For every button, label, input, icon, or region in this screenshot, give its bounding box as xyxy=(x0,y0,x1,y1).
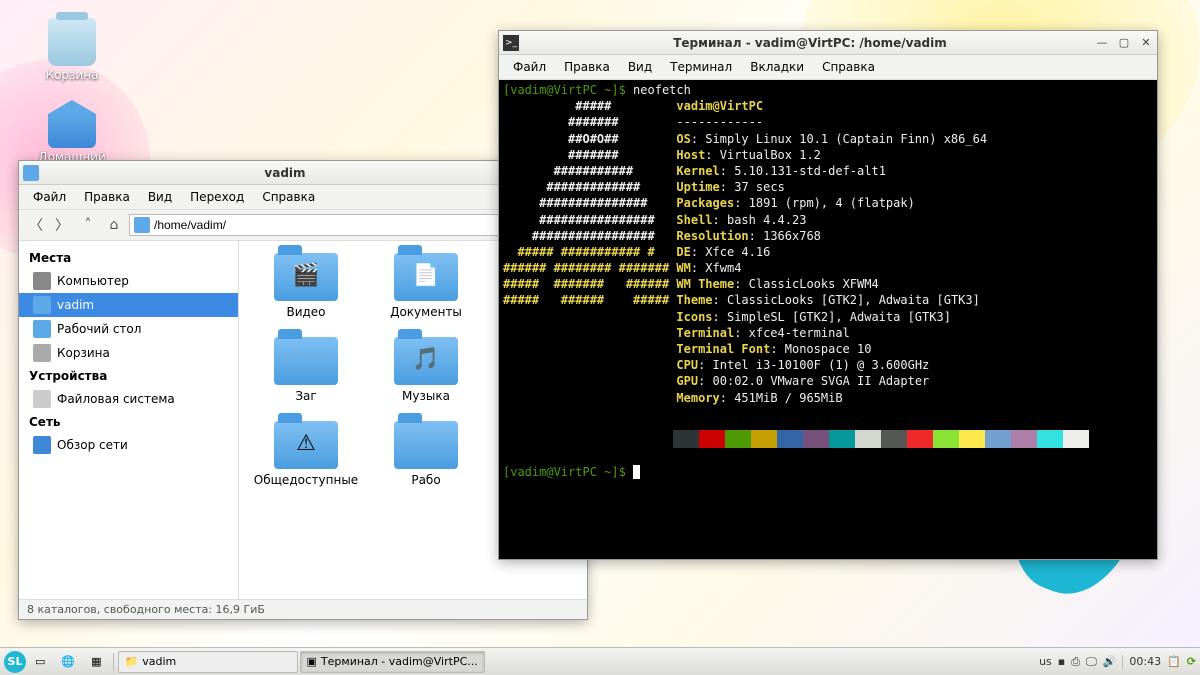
sidebar-item-label: Компьютер xyxy=(57,274,129,288)
task-icon: ▣ xyxy=(307,655,317,668)
folder-label: Документы xyxy=(371,305,481,319)
term-menubar: Файл Правка Вид Терминал Вкладки Справка xyxy=(499,55,1157,80)
up-button[interactable]: ˄ xyxy=(77,214,99,236)
folder-icon xyxy=(274,337,338,385)
folder-item[interactable]: ⚠ Общедоступные xyxy=(251,421,361,487)
back-button[interactable]: 〈 xyxy=(25,214,47,236)
sidebar-item-icon xyxy=(33,344,51,362)
task-label: Терминал - vadim@VirtPC... xyxy=(321,655,478,668)
sidebar-item[interactable]: Корзина xyxy=(19,341,238,365)
sidebar-section-devices: Устройства xyxy=(19,365,238,387)
folder-icon: ⚠ xyxy=(274,421,338,469)
volume-icon[interactable]: 🔊 xyxy=(1103,655,1117,668)
term-menu-help[interactable]: Справка xyxy=(814,58,883,76)
folder-item[interactable]: 📄 Документы xyxy=(371,253,481,319)
close-button[interactable]: ✕ xyxy=(1139,36,1153,50)
folder-item[interactable]: 🎵 Музыка xyxy=(371,337,481,403)
folder-label: Видео xyxy=(251,305,361,319)
sidebar-item[interactable]: Компьютер xyxy=(19,269,238,293)
sidebar-item-label: Рабочий стол xyxy=(57,322,141,336)
show-desktop-button[interactable]: ▭ xyxy=(28,651,52,673)
logout-icon[interactable]: ⟳ xyxy=(1187,655,1196,668)
separator xyxy=(1122,655,1123,669)
fm-title: vadim xyxy=(45,166,525,180)
sidebar-item-label: Корзина xyxy=(57,346,110,360)
sidebar-item[interactable]: Рабочий стол xyxy=(19,317,238,341)
tray-icon-3[interactable]: 🖵 xyxy=(1086,655,1097,669)
separator xyxy=(113,653,114,671)
term-menu-terminal[interactable]: Терминал xyxy=(662,58,740,76)
sidebar-item-icon xyxy=(33,320,51,338)
sidebar-item-icon xyxy=(33,436,51,454)
sidebar-item-label: Обзор сети xyxy=(57,438,128,452)
folder-icon: 🎵 xyxy=(394,337,458,385)
sidebar-item-icon xyxy=(33,272,51,290)
desktop-trash[interactable]: Корзина xyxy=(32,18,112,82)
term-menu-edit[interactable]: Правка xyxy=(556,58,618,76)
system-tray: us ▪ ⎙ 🖵 🔊 00:43 📋 ⟳ xyxy=(1039,655,1196,669)
trash-icon xyxy=(48,18,96,66)
browser-launcher[interactable]: 🌐 xyxy=(54,651,82,673)
terminal-icon: >_ xyxy=(503,35,519,51)
keyboard-layout[interactable]: us xyxy=(1039,655,1052,668)
sidebar-item[interactable]: vadim xyxy=(19,293,238,317)
fm-sidebar: Места КомпьютерvadimРабочий столКорзина … xyxy=(19,241,239,599)
home-mini-icon xyxy=(134,217,150,233)
term-titlebar[interactable]: >_ Терминал - vadim@VirtPC: /home/vadim … xyxy=(499,31,1157,55)
sidebar-item[interactable]: Файловая система xyxy=(19,387,238,411)
sidebar-item-label: Файловая система xyxy=(57,392,175,406)
taskbar-task[interactable]: 📁vadim xyxy=(118,651,298,673)
term-title: Терминал - vadim@VirtPC: /home/vadim xyxy=(525,36,1095,50)
clock[interactable]: 00:43 xyxy=(1129,655,1161,668)
fm-menu-edit[interactable]: Правка xyxy=(76,188,138,206)
folder-label: Рабо xyxy=(371,473,481,487)
terminal-window: >_ Терминал - vadim@VirtPC: /home/vadim … xyxy=(498,30,1158,560)
sidebar-item[interactable]: Обзор сети xyxy=(19,433,238,457)
sidebar-item-label: vadim xyxy=(57,298,94,312)
home-button[interactable]: ⌂ xyxy=(103,214,125,236)
fm-statusbar: 8 каталогов, свободного места: 16,9 ГиБ xyxy=(19,599,587,619)
task-label: vadim xyxy=(142,655,176,668)
fm-menu-go[interactable]: Переход xyxy=(182,188,252,206)
fm-menu-help[interactable]: Справка xyxy=(254,188,323,206)
tray-icon-2[interactable]: ⎙ xyxy=(1071,655,1080,669)
fm-menu-view[interactable]: Вид xyxy=(140,188,180,206)
start-menu-button[interactable]: SL xyxy=(4,651,26,673)
folder-label: Музыка xyxy=(371,389,481,403)
taskbar-task[interactable]: ▣ Терминал - vadim@VirtPC... xyxy=(300,651,485,673)
folder-icon xyxy=(23,165,39,181)
folder-item[interactable]: Заг xyxy=(251,337,361,403)
home-icon xyxy=(48,114,96,148)
sidebar-section-network: Сеть xyxy=(19,411,238,433)
minimize-button[interactable]: — xyxy=(1095,36,1109,50)
sidebar-item-icon xyxy=(33,296,51,314)
fm-menu-file[interactable]: Файл xyxy=(25,188,74,206)
term-menu-tabs[interactable]: Вкладки xyxy=(742,58,812,76)
terminal-output[interactable]: [vadim@VirtPC ~]$ neofetch ##### vadim@V… xyxy=(499,80,1157,559)
sidebar-item-icon xyxy=(33,390,51,408)
taskbar: SL ▭ 🌐 ▦ 📁vadim ▣ Терминал - vadim@VirtPC.… xyxy=(0,647,1200,675)
tray-icon-1[interactable]: ▪ xyxy=(1058,655,1065,668)
folder-item[interactable]: Рабо xyxy=(371,421,481,487)
tray-icon-4[interactable]: 📋 xyxy=(1167,655,1181,668)
workspace-switcher[interactable]: ▦ xyxy=(84,651,108,673)
desktop-home[interactable]: Домашний xyxy=(32,100,112,164)
forward-button[interactable]: 〉 xyxy=(51,214,73,236)
folder-item[interactable]: 🎬 Видео xyxy=(251,253,361,319)
folder-icon xyxy=(394,421,458,469)
task-icon: 📁 xyxy=(125,655,139,668)
term-menu-file[interactable]: Файл xyxy=(505,58,554,76)
desktop-trash-label: Корзина xyxy=(32,68,112,82)
folder-label: Общедоступные xyxy=(251,473,361,487)
folder-label: Заг xyxy=(251,389,361,403)
folder-icon: 🎬 xyxy=(274,253,338,301)
folder-icon: 📄 xyxy=(394,253,458,301)
sidebar-section-places: Места xyxy=(19,247,238,269)
maximize-button[interactable]: ▢ xyxy=(1117,36,1131,50)
term-menu-view[interactable]: Вид xyxy=(620,58,660,76)
